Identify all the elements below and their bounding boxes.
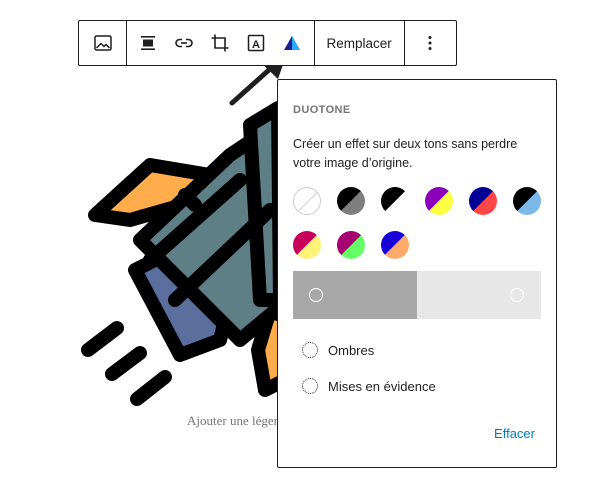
- duotone-preset-magenta-green[interactable]: [337, 231, 365, 259]
- duotone-color-slider[interactable]: [293, 271, 541, 319]
- align-button[interactable]: [130, 21, 166, 65]
- duotone-preset-magenta-yellow[interactable]: [293, 231, 321, 259]
- shadows-option[interactable]: Ombres: [302, 342, 374, 358]
- duotone-presets: [293, 187, 553, 259]
- duotone-icon: [284, 36, 301, 50]
- text-overlay-icon: A: [247, 34, 265, 52]
- image-block-button[interactable]: [79, 21, 126, 65]
- duotone-preset-blue-orange[interactable]: [381, 231, 409, 259]
- toolbar-group-block: [79, 21, 126, 65]
- shadows-label: Ombres: [328, 342, 375, 358]
- clear-button[interactable]: Effacer: [494, 426, 535, 441]
- toolbar-group-more: [404, 21, 456, 65]
- duotone-preset-blue-red[interactable]: [469, 187, 497, 215]
- more-options-button[interactable]: [412, 21, 448, 65]
- image-icon: [93, 35, 112, 51]
- toolbar-group-tools: A: [126, 21, 314, 65]
- shadow-handle[interactable]: [309, 288, 323, 302]
- highlights-option[interactable]: Mises en évidence: [302, 378, 436, 394]
- duotone-title: DUOTONE: [293, 104, 351, 116]
- duotone-preset-black-grey[interactable]: [337, 187, 365, 215]
- replace-button[interactable]: Remplacer: [314, 21, 403, 65]
- duotone-preset-black-white[interactable]: [381, 187, 409, 215]
- shadows-color-indicator: [302, 342, 318, 358]
- svg-text:A: A: [252, 39, 260, 51]
- highlight-handle[interactable]: [510, 288, 524, 302]
- duotone-description: Créer un effet sur deux tons sans perdre…: [293, 137, 518, 170]
- duotone-preset-black-blue[interactable]: [513, 187, 541, 215]
- crop-icon: [211, 34, 229, 52]
- duotone-popover: DUOTONE Créer un effet sur deux tons san…: [277, 79, 557, 468]
- crop-button[interactable]: [202, 21, 238, 65]
- text-overlay-button[interactable]: A: [238, 21, 274, 65]
- highlights-color-indicator: [302, 378, 318, 394]
- link-button[interactable]: [166, 21, 202, 65]
- more-options-icon: [428, 36, 432, 50]
- block-toolbar: A Remplacer: [78, 20, 457, 66]
- highlights-label: Mises en évidence: [328, 378, 436, 394]
- align-icon: [141, 36, 156, 50]
- duotone-preset-none[interactable]: [293, 187, 321, 215]
- duotone-button[interactable]: [274, 21, 310, 65]
- toolbar-group-replace: Remplacer: [314, 21, 403, 65]
- duotone-preset-purple-yellow[interactable]: [425, 187, 453, 215]
- link-icon: [175, 38, 194, 48]
